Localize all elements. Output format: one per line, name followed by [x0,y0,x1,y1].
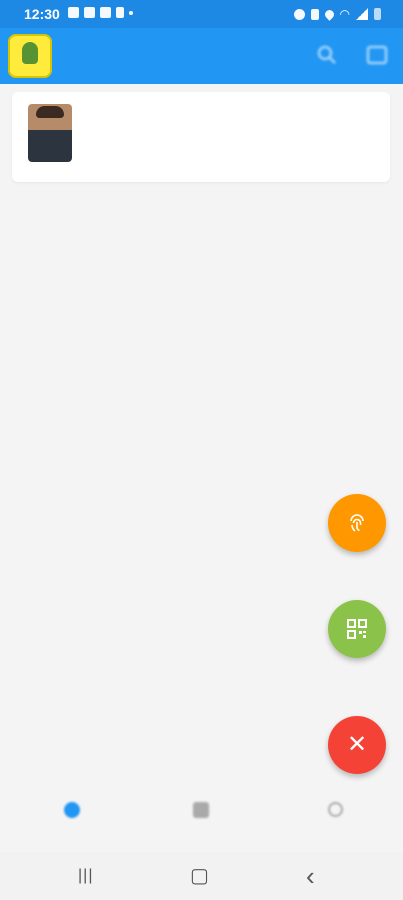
search-icon[interactable] [314,42,340,68]
person-card[interactable] [12,92,390,182]
vibrate-icon [310,8,319,20]
close-button[interactable]: ✕ [328,716,386,774]
status-time: 12:30 [24,6,60,22]
notification-icons [68,7,133,18]
wifi-icon: ◠ [339,7,350,21]
back-button[interactable]: ‹ [306,863,315,889]
alarm-icon [293,8,305,20]
qr-scan-button[interactable] [328,600,386,658]
status-bar: 12:30 ◠ [0,0,403,28]
bottom-nav [0,786,403,852]
image-icon [68,7,79,18]
home-icon [64,802,80,818]
signal-icon [356,8,368,20]
bag-icon [193,802,209,818]
location-icon [322,7,336,21]
home-button[interactable]: ▢ [190,866,209,886]
clipboard-icon [116,7,124,18]
gmail-icon [100,7,111,18]
qr-code-icon [347,619,367,639]
app-logo-icon[interactable] [8,34,52,78]
dot-icon [129,10,133,15]
nav-item-bag[interactable] [161,802,241,824]
fingerprint-icon [350,514,364,532]
nav-item-search[interactable] [295,802,375,823]
nav-item-home[interactable] [32,802,112,824]
battery-icon [374,8,381,20]
system-status-icons: ◠ [293,7,381,21]
scan-icon[interactable] [364,42,390,68]
recent-apps-button[interactable]: ||| [78,866,93,886]
system-nav-bar: ||| ▢ ‹ [0,852,403,900]
fingerprint-button[interactable] [328,494,386,552]
search-icon [327,802,343,817]
app-bar [0,28,403,84]
avatar [28,104,72,162]
close-icon: ✕ [346,731,368,758]
photo-icon [84,7,95,18]
